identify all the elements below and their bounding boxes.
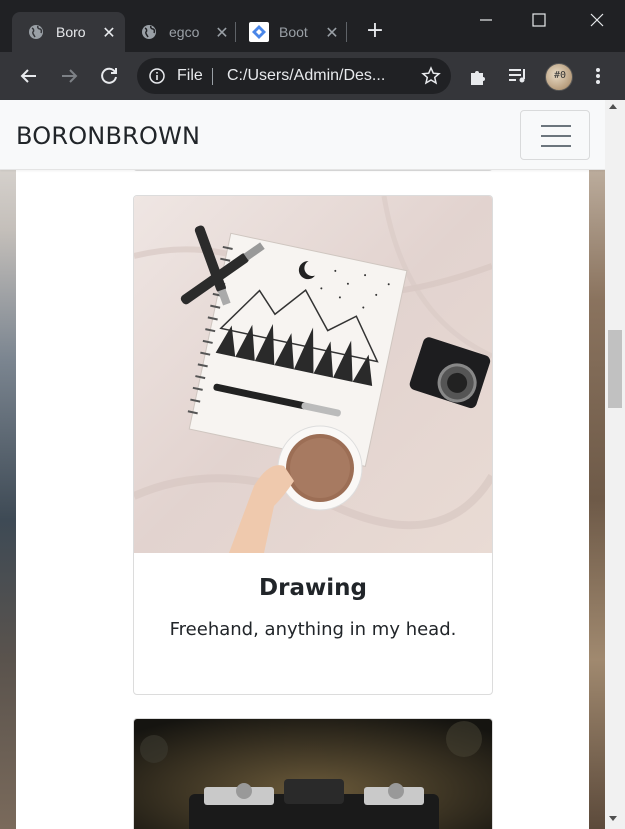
tab-boronbrown[interactable]: Boro ✕ [12,12,125,52]
card-next [133,718,493,829]
tab-bootstrap[interactable]: Boot ✕ [236,12,346,52]
background-image-edge [589,100,605,829]
tab-title: Boot [279,24,308,40]
scrollbar-thumb[interactable] [608,330,622,408]
tab-strip: Boro ✕ egco ✕ Boot ✕ + [0,0,625,52]
new-tab-button[interactable]: + [364,20,386,42]
close-tab-icon[interactable]: ✕ [213,23,231,42]
site-navbar: BORONBROWN [0,100,605,170]
tab-title: egco [169,24,200,40]
card-text: Freehand, anything in my head. [169,619,457,640]
address-bar[interactable]: File C:/Users/Admin/Des... [137,58,451,94]
globe-icon [29,25,43,39]
page-scrollbar[interactable] [605,100,625,829]
minimize-icon[interactable] [472,6,500,34]
navbar-brand[interactable]: BORONBROWN [16,122,200,150]
bookmark-star-icon[interactable] [421,66,441,86]
maximize-icon[interactable] [525,6,553,34]
scroll-down-arrow-icon[interactable] [609,816,617,821]
bootstrap-favicon-icon [249,22,269,42]
card-title: Drawing [259,575,367,601]
card-image-camera [134,719,492,829]
hamburger-line [541,125,571,127]
profile-avatar[interactable]: #0 [545,63,573,91]
browser-toolbar: File C:/Users/Admin/Des... #0 [0,52,625,100]
globe-icon [142,25,156,39]
address-divider [212,68,213,85]
reload-icon[interactable] [97,64,121,88]
url-text[interactable]: C:/Users/Admin/Des... [227,67,385,85]
tab-title: Boro [56,24,86,40]
hamburger-line [541,145,571,147]
forward-arrow-icon[interactable] [57,64,81,88]
scroll-up-arrow-icon[interactable] [609,104,617,109]
close-tab-icon[interactable]: ✕ [323,23,341,42]
tab-separator [346,22,347,42]
kebab-menu-icon[interactable] [586,64,610,88]
tab-egco[interactable]: egco ✕ [125,12,235,52]
hamburger-line [541,135,571,137]
media-control-icon[interactable] [506,64,530,88]
scheme-label: File [177,67,203,84]
extensions-puzzle-icon[interactable] [467,64,491,88]
card-image-drawing [134,196,492,553]
card-drawing: Drawing Freehand, anything in my head. [133,195,493,695]
info-icon[interactable] [149,68,165,84]
close-tab-icon[interactable]: ✕ [100,23,118,42]
back-arrow-icon[interactable] [17,64,41,88]
navbar-toggler-button[interactable] [520,110,590,160]
close-window-icon[interactable] [583,6,611,34]
